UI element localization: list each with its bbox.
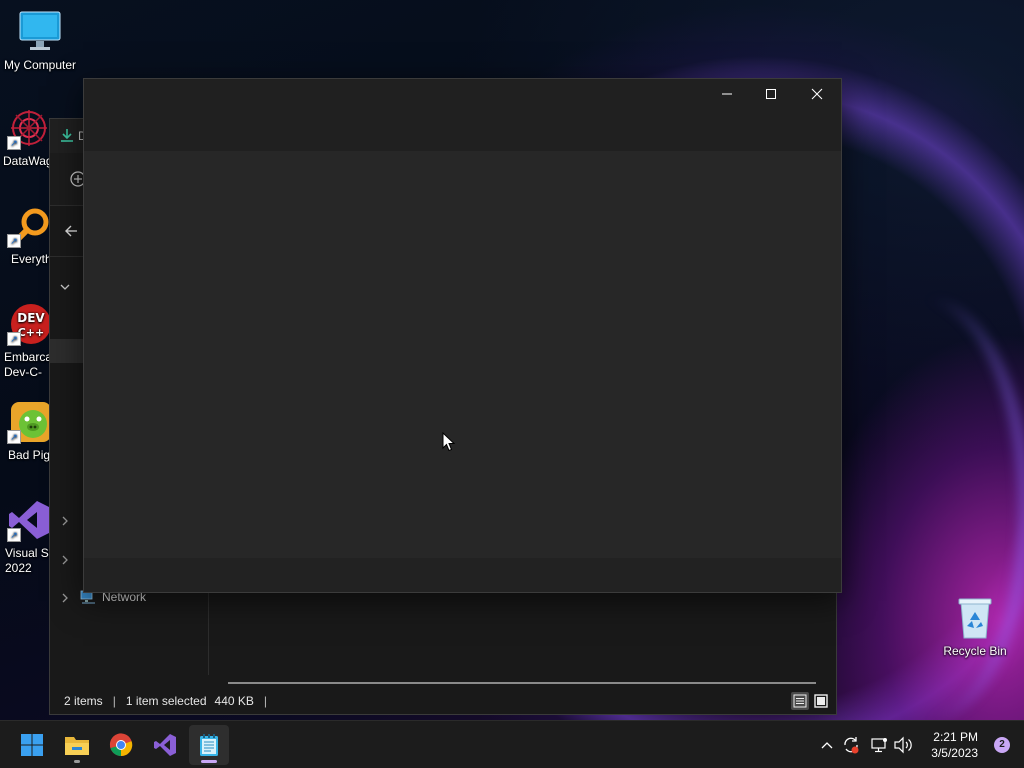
speaker-icon: [894, 736, 912, 754]
clock-time: 2:21 PM: [933, 730, 978, 744]
status-selection: 1 item selected: [125, 694, 207, 708]
desktop-icon-label: My Computer: [3, 58, 77, 72]
chevron-down-icon[interactable]: [60, 281, 70, 291]
start-button[interactable]: [12, 725, 52, 765]
network-status-icon: [871, 738, 887, 753]
status-separator: |: [112, 694, 116, 708]
file-explorer-icon: [65, 737, 89, 755]
bad-piggies-icon: ↗: [7, 400, 51, 444]
show-hidden-icons-button[interactable]: [817, 735, 837, 755]
minimize-button[interactable]: [704, 79, 750, 109]
taskbar: 2:21 PM 3/5/2023 2: [0, 720, 1024, 768]
status-separator: |: [263, 694, 268, 708]
status-item-count: 2 items: [64, 694, 103, 708]
shortcut-arrow-icon: ↗: [7, 430, 21, 444]
details-view-button[interactable]: [791, 692, 809, 710]
taskbar-notepad[interactable]: [189, 725, 229, 765]
status-size: 440 KB: [214, 694, 254, 708]
maximize-button[interactable]: [748, 79, 794, 109]
volume-button[interactable]: [893, 735, 913, 755]
taskbar-file-explorer[interactable]: [57, 725, 97, 765]
notepad-icon: [200, 734, 218, 756]
details-view-icon: [793, 694, 807, 708]
close-button[interactable]: [794, 79, 840, 109]
explorer-status-bar: 2 items | 1 item selected 440 KB |: [50, 688, 836, 714]
devcpp-icon: DEV C++ ↗: [7, 302, 51, 346]
chevron-right-icon[interactable]: [60, 554, 70, 565]
chevron-right-icon[interactable]: [60, 592, 70, 603]
chevron-up-icon: [821, 742, 833, 749]
taskbar-visual-studio[interactable]: [145, 725, 185, 765]
nav-selected-item[interactable]: [50, 339, 84, 363]
chrome-icon: [109, 733, 133, 757]
running-indicator: [74, 760, 80, 763]
shortcut-arrow-icon: ↗: [7, 332, 21, 346]
sync-error-icon: [844, 737, 859, 754]
network-status-button[interactable]: [869, 735, 889, 755]
taskbar-clock[interactable]: 2:21 PM 3/5/2023: [931, 729, 978, 761]
maximize-icon: [766, 89, 776, 99]
everything-search-icon: ↗: [7, 204, 51, 248]
blank-app-window[interactable]: [83, 78, 842, 593]
desktop-icon-label: Recycle Bin: [943, 644, 1007, 658]
clock-date: 3/5/2023: [931, 746, 978, 760]
chevron-right-icon[interactable]: [60, 515, 70, 526]
notification-count-badge[interactable]: 2: [994, 737, 1010, 753]
start-icon: [21, 734, 43, 756]
svg-text:C++: C++: [18, 326, 45, 339]
desktop-icon-my-computer[interactable]: My Computer: [0, 10, 80, 72]
minimize-icon: [722, 93, 732, 95]
download-icon: [60, 128, 74, 142]
shortcut-arrow-icon: ↗: [7, 136, 21, 150]
monitor-icon: [18, 10, 62, 54]
sync-status-button[interactable]: [841, 735, 861, 755]
window-footer: [84, 558, 841, 592]
visual-studio-icon: [154, 734, 176, 756]
active-indicator: [201, 760, 217, 763]
horizontal-scrollbar[interactable]: [228, 682, 816, 684]
visual-studio-icon: ↗: [7, 498, 51, 542]
mouse-cursor-icon: [442, 431, 456, 452]
shortcut-arrow-icon: ↗: [7, 528, 21, 542]
svg-text:DEV: DEV: [17, 311, 45, 325]
datawag-icon: ↗: [7, 106, 51, 150]
tiles-view-icon: [814, 694, 828, 708]
taskbar-chrome[interactable]: [101, 725, 141, 765]
recycle-bin-icon: [953, 596, 997, 640]
window-title-bar[interactable]: [84, 79, 841, 151]
back-arrow-icon[interactable]: [64, 224, 78, 238]
close-icon: [811, 88, 823, 100]
shortcut-arrow-icon: ↗: [7, 234, 21, 248]
tiles-view-button[interactable]: [812, 692, 830, 710]
desktop-icon-recycle-bin[interactable]: Recycle Bin: [935, 596, 1015, 658]
